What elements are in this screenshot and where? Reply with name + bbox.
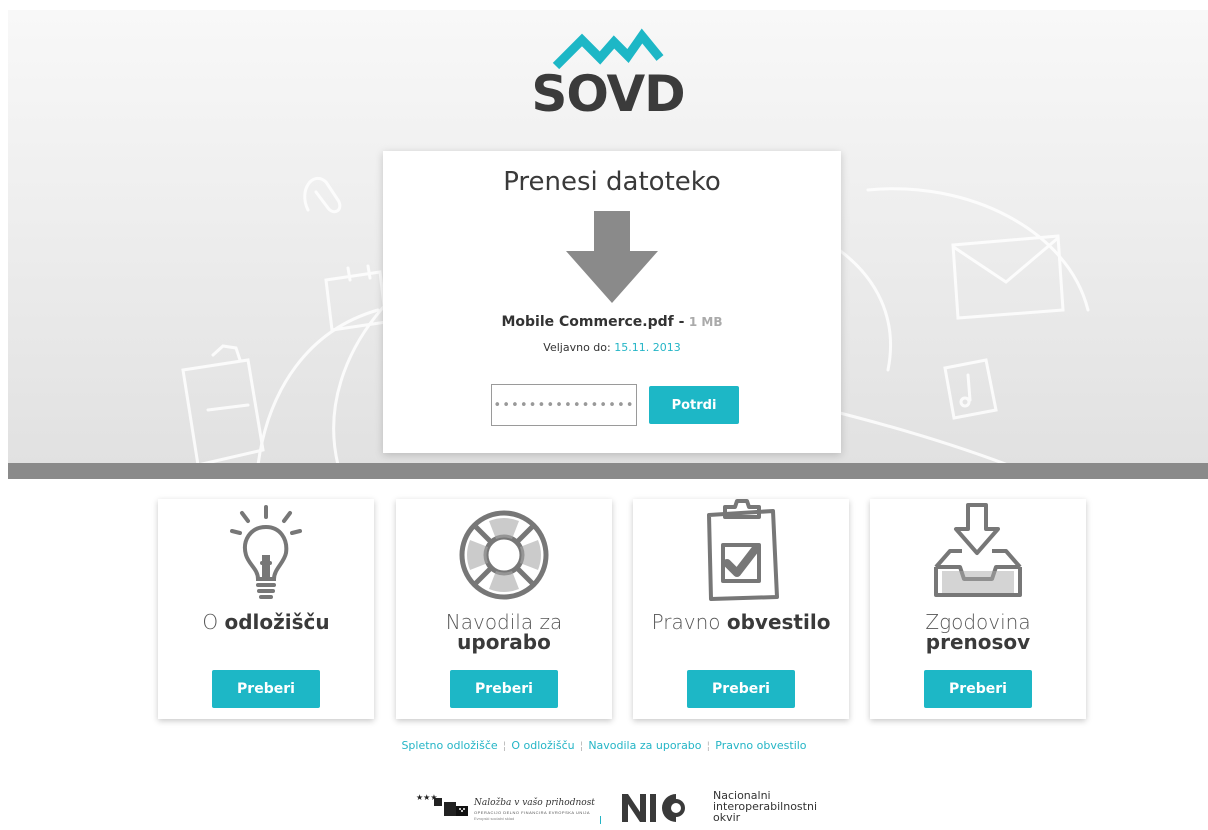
read-more-button[interactable]: Preberi [924, 670, 1032, 708]
card-title: Prenesi datoteko [503, 167, 721, 197]
download-card: Prenesi datoteko Mobile Commerce.pdf - 1… [383, 151, 841, 453]
logo-text: SOVD [531, 65, 685, 123]
feature-title-bold: uporabo [457, 630, 551, 654]
feature-card-about: O odložišču Preberi [158, 499, 374, 719]
feature-title: Pravno obvestilo [633, 612, 849, 632]
read-more-button[interactable]: Preberi [450, 670, 558, 708]
feature-title-bold: odložišču [224, 610, 330, 634]
eu-subtitle: OPERACIJO DELNO FINANCIRA EVROPSKA UNIJA [474, 810, 591, 815]
file-name: Mobile Commerce.pdf - [501, 314, 685, 330]
download-arrow-icon[interactable] [564, 211, 660, 303]
nio-logo [622, 794, 685, 822]
lifebuoy-icon [459, 510, 549, 600]
footer-link-legal[interactable]: Pravno obvestilo [710, 739, 811, 752]
password-input[interactable] [491, 384, 637, 426]
sovd-logo[interactable]: SOVD [528, 28, 688, 138]
footer-nav: Spletno odložišče ¦ O odložišču ¦ Navodila z… [0, 739, 1208, 752]
footer-link-about[interactable]: O odložišču [506, 739, 579, 752]
feature-card-instructions: Navodila za uporabo Preberi [396, 499, 612, 719]
feature-title-light: O [202, 610, 225, 634]
file-size: 1 MB [688, 315, 723, 329]
feature-card-legal: Pravno obvestilo Preberi [633, 499, 849, 719]
eu-slogan: Naložba v vašo prihodnost [474, 798, 595, 808]
valid-label: Veljavno do: [543, 341, 611, 354]
footer-link-instructions[interactable]: Navodila za uporabo [583, 739, 706, 752]
valid-date: 15.11. 2013 [614, 341, 681, 354]
mountains-logo-icon [552, 28, 664, 70]
confirm-button[interactable]: Potrdi [649, 386, 739, 424]
file-info: Mobile Commerce.pdf - 1 MB [383, 314, 841, 330]
hero-divider-bar [8, 463, 1208, 479]
feature-title-bold: obvestilo [726, 610, 831, 634]
partner-divider [600, 816, 601, 824]
lightbulb-icon [230, 505, 302, 599]
read-more-button[interactable]: Preberi [212, 670, 320, 708]
feature-card-history: Zgodovina prenosov Preberi [870, 499, 1086, 719]
footer-link-home[interactable]: Spletno odložišče [396, 739, 502, 752]
feature-title: Navodila za uporabo [396, 612, 612, 652]
partner-logos: ★★★ Naložba v vašo prihodnost OPERACIJO … [0, 786, 1208, 826]
inbox-download-icon [934, 503, 1022, 597]
feature-title-bold: prenosov [925, 630, 1031, 654]
feature-title-light: Pravno [651, 610, 727, 634]
read-more-button[interactable]: Preberi [687, 670, 795, 708]
clipboard-check-icon [707, 499, 779, 601]
validity-info: Veljavno do: 15.11. 2013 [383, 341, 841, 354]
feature-title: O odložišču [158, 612, 374, 632]
feature-title: Zgodovina prenosov [870, 612, 1086, 652]
eu-fund: Evropski socialni sklad [474, 816, 515, 821]
nio-text: Nacionalni interoperabilnostni okvir [713, 790, 817, 823]
nio-line: okvir [713, 811, 741, 824]
